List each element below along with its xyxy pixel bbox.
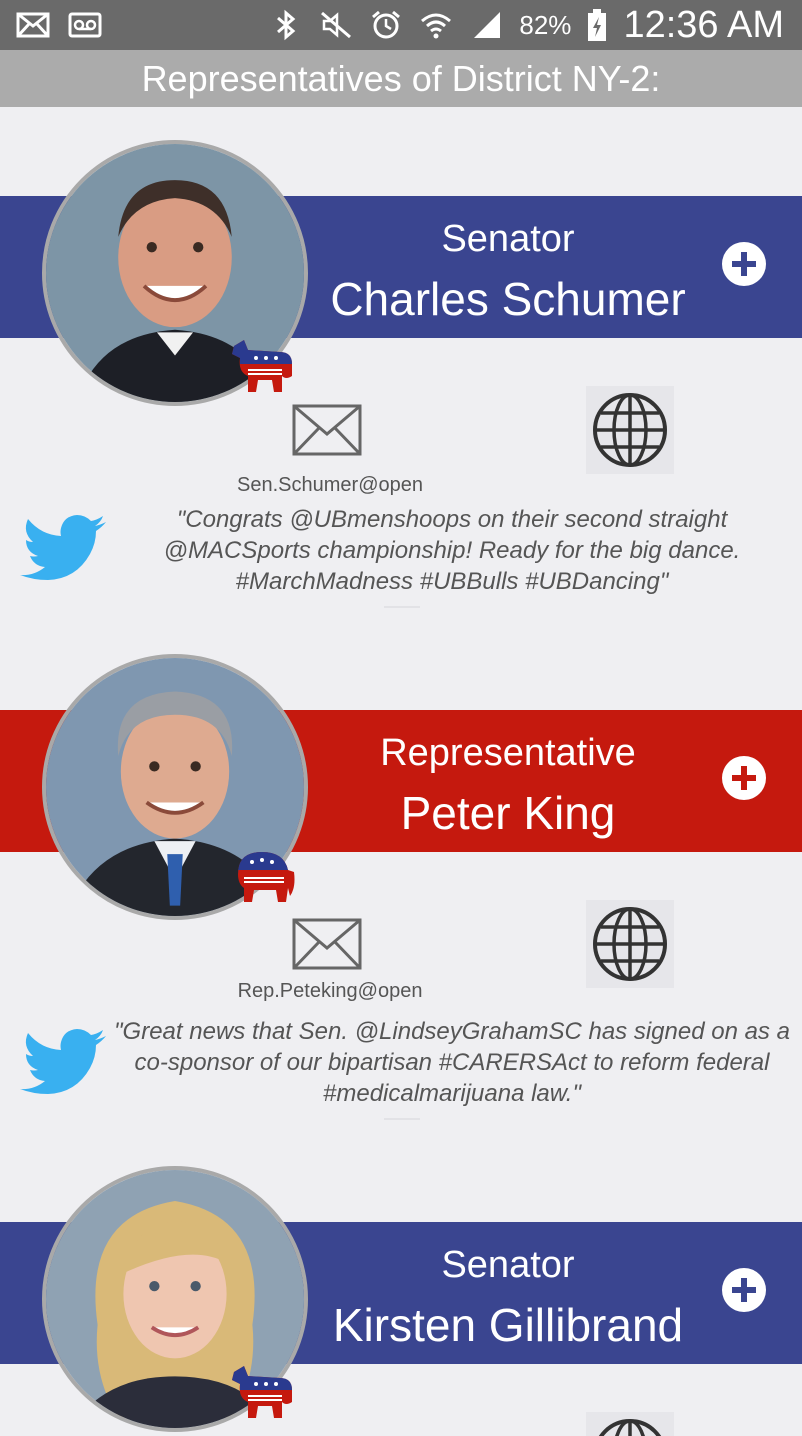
mute-icon xyxy=(319,10,353,40)
battery-percent: 82% xyxy=(519,9,572,40)
divider xyxy=(384,606,420,608)
bluetooth-icon xyxy=(269,9,303,41)
twitter-icon[interactable] xyxy=(20,1028,108,1094)
email-label[interactable]: Sen.Schumer@open xyxy=(200,474,460,497)
rep-name: Peter King xyxy=(400,787,616,839)
rep-title: Senator xyxy=(441,218,575,260)
clock: 12:36 AM xyxy=(623,3,784,46)
divider xyxy=(384,1118,420,1120)
globe-icon[interactable] xyxy=(586,1412,674,1436)
plus-icon[interactable] xyxy=(722,1268,766,1312)
signal-icon xyxy=(469,10,503,40)
rep-title: Senator xyxy=(441,1244,575,1286)
alarm-icon xyxy=(369,10,403,40)
envelope-icon[interactable] xyxy=(292,404,362,456)
tweet-text: "Congrats @UBmenshoops on their second s… xyxy=(163,506,741,595)
rep-title: Representative xyxy=(380,732,636,774)
globe-icon[interactable] xyxy=(586,386,674,474)
plus-icon[interactable] xyxy=(722,756,766,800)
twitter-icon[interactable] xyxy=(20,514,108,580)
plus-icon[interactable] xyxy=(722,242,766,286)
donkey-icon xyxy=(230,336,296,402)
email-notification-icon xyxy=(16,10,50,40)
elephant-icon xyxy=(232,844,298,910)
email-label[interactable]: Rep.Peteking@open xyxy=(200,980,460,1003)
globe-icon[interactable] xyxy=(586,900,674,988)
wifi-icon xyxy=(419,10,453,40)
rep-name: Kirsten Gillibrand xyxy=(332,1299,684,1351)
battery-icon xyxy=(587,9,607,41)
envelope-icon[interactable] xyxy=(292,918,362,970)
tweet-text: "Great news that Sen. @LindseyGrahamSC h… xyxy=(114,1018,790,1107)
status-bar: 82% 12:36 AM xyxy=(0,0,802,50)
rep-name: Charles Schumer xyxy=(330,273,686,325)
donkey-icon xyxy=(230,1362,296,1428)
page-title: Representatives of District NY-2: xyxy=(0,50,802,107)
voicemail-icon xyxy=(68,10,102,40)
